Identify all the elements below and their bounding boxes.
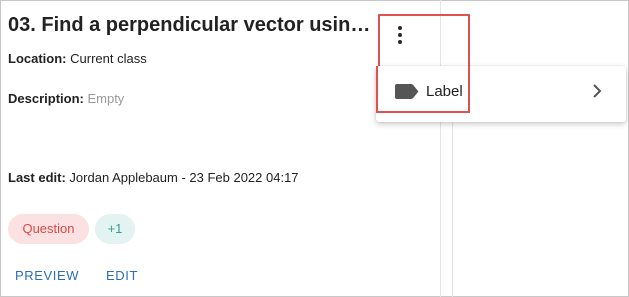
question-card: 03. Find a perpendicular vector using cr… [0, 0, 441, 297]
options-menu: Label [376, 66, 626, 122]
location-value: Current class [70, 51, 147, 66]
chevron-right-icon [593, 84, 602, 98]
panel-divider [452, 115, 453, 297]
label-tag-icon [395, 84, 419, 99]
location-key: Location: [8, 51, 67, 66]
tag-chip-more[interactable]: +1 [95, 214, 135, 244]
question-title[interactable]: 03. Find a perpendicular vector using cr… [8, 14, 376, 37]
menu-item-label[interactable]: Label [376, 66, 626, 116]
edit-button[interactable]: EDIT [106, 268, 138, 283]
menu-item-label-text: Label [426, 83, 463, 100]
last-edit-value: Jordan Applebaum - 23 Feb 2022 04:17 [69, 170, 299, 185]
last-edit-key: Last edit: [8, 170, 66, 185]
description-value: Empty [87, 91, 125, 106]
location-field: Location: Current class [8, 51, 147, 66]
preview-button[interactable]: PREVIEW [15, 268, 79, 283]
description-key: Description: [8, 91, 84, 106]
last-edit-field: Last edit: Jordan Applebaum - 23 Feb 202… [8, 170, 299, 185]
description-field: Description: Empty [8, 91, 124, 106]
tag-chip-question[interactable]: Question [8, 214, 89, 244]
